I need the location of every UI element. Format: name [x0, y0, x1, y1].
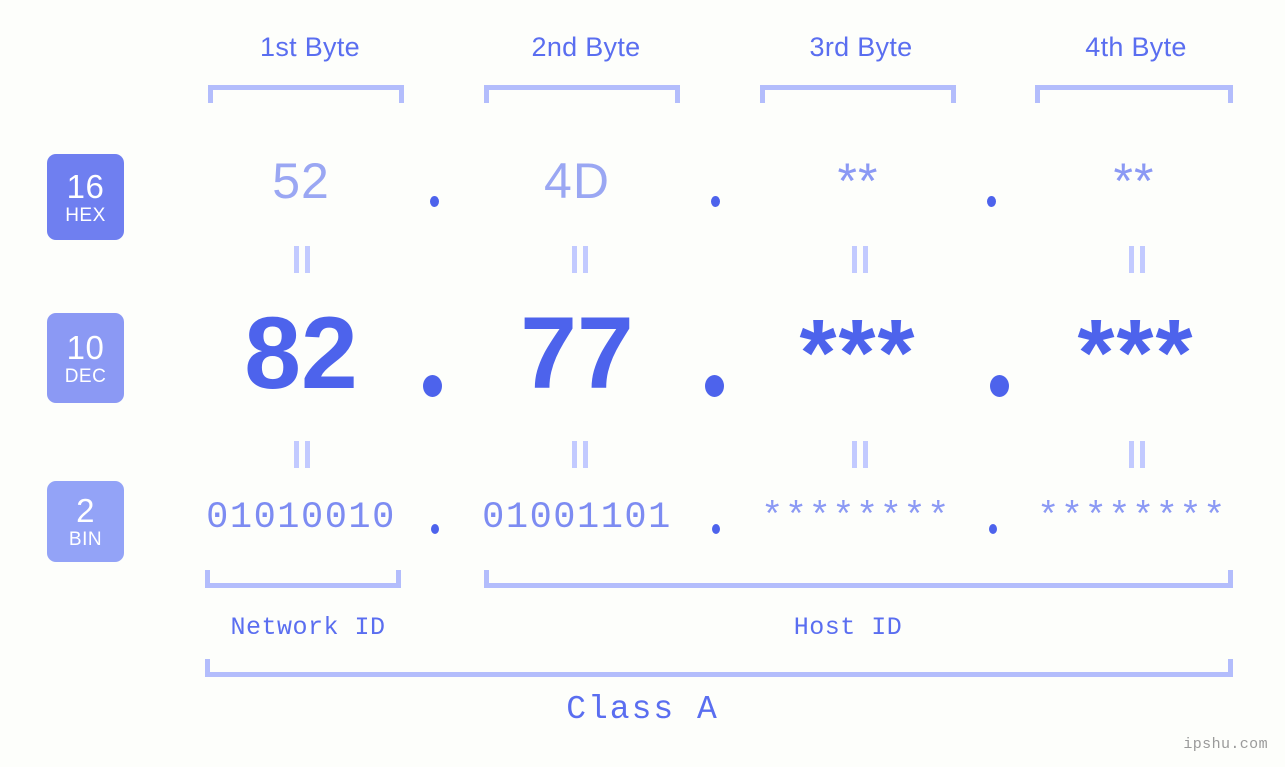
network-id-label: Network ID [230, 613, 386, 642]
equals-symbol-hex-dec-3 [849, 246, 871, 273]
equals-symbol-dec-bin-4 [1126, 441, 1148, 468]
base-badge-hex-number: 16 [66, 167, 105, 205]
base-badge-hex-name: HEX [65, 204, 106, 226]
site-watermark: ipshu.com [1183, 736, 1268, 753]
bin-separator-dot-3 [989, 524, 997, 534]
host-id-bracket [484, 570, 1233, 588]
dec-separator-dot-2 [705, 375, 724, 397]
dec-separator-dot-3 [990, 375, 1009, 397]
bin-byte-1: 01010010 [206, 497, 396, 539]
byte-bracket-top-1 [208, 85, 404, 103]
bin-separator-dot-1 [431, 524, 439, 534]
equals-symbol-hex-dec-2 [569, 246, 591, 273]
dec-byte-4: *** [1077, 300, 1195, 406]
base-badge-hex: 16 HEX [47, 154, 124, 240]
host-id-label: Host ID [793, 613, 903, 642]
hex-separator-dot-2 [711, 196, 720, 207]
base-badge-bin: 2 BIN [47, 481, 124, 562]
base-badge-dec-number: 10 [66, 328, 105, 366]
byte-header-1: 1st Byte [260, 32, 360, 62]
ip-address-breakdown-diagram: 1st Byte 2nd Byte 3rd Byte 4th Byte 16 H… [0, 0, 1285, 767]
class-label: Class A [566, 691, 719, 728]
equals-symbol-hex-dec-1 [291, 246, 313, 273]
dec-separator-dot-1 [423, 375, 442, 397]
equals-symbol-hex-dec-4 [1126, 246, 1148, 273]
hex-byte-2: 4D [544, 153, 610, 209]
dec-byte-1: 82 [244, 296, 358, 410]
byte-header-3: 3rd Byte [809, 32, 913, 62]
base-badge-dec-name: DEC [64, 365, 107, 387]
hex-byte-1: 52 [272, 153, 330, 209]
hex-separator-dot-1 [430, 196, 439, 207]
bin-separator-dot-2 [712, 524, 720, 534]
bin-byte-3: ******** [761, 497, 951, 539]
base-badge-bin-name: BIN [68, 529, 103, 550]
dec-byte-2: 77 [520, 296, 634, 410]
class-bracket [205, 659, 1233, 677]
network-id-bracket [205, 570, 401, 588]
byte-header-2: 2nd Byte [531, 32, 641, 62]
equals-symbol-dec-bin-3 [849, 441, 871, 468]
byte-header-4: 4th Byte [1085, 32, 1187, 62]
byte-bracket-top-2 [484, 85, 680, 103]
equals-symbol-dec-bin-2 [569, 441, 591, 468]
hex-byte-3: ** [837, 153, 879, 209]
base-badge-dec: 10 DEC [47, 313, 124, 403]
byte-bracket-top-3 [760, 85, 956, 103]
hex-byte-4: ** [1113, 153, 1155, 209]
hex-separator-dot-3 [987, 196, 996, 207]
byte-bracket-top-4 [1035, 85, 1233, 103]
equals-symbol-dec-bin-1 [291, 441, 313, 468]
dec-byte-3: *** [799, 300, 917, 406]
bin-byte-4: ******** [1037, 497, 1227, 539]
base-badge-bin-number: 2 [76, 492, 95, 529]
bin-byte-2: 01001101 [482, 497, 672, 539]
